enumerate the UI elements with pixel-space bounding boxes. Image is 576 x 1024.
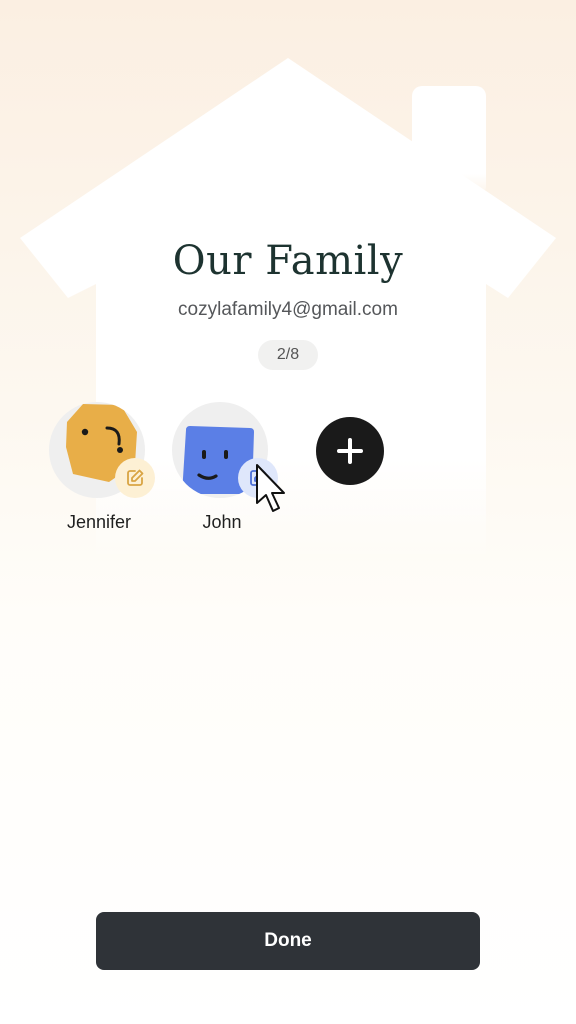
done-button[interactable]: Done <box>96 912 480 970</box>
member-name: John <box>202 512 242 532</box>
page-title: Our Family <box>172 238 404 284</box>
family-email: cozylafamily4@gmail.com <box>178 299 398 320</box>
mouse-cursor-icon <box>256 464 285 512</box>
add-member-button[interactable] <box>316 417 384 485</box>
member-name: Jennifer <box>66 512 132 532</box>
plus-icon <box>337 438 363 464</box>
edit-avatar-button[interactable] <box>115 458 155 498</box>
member-count-badge: 2/8 <box>258 340 318 370</box>
edit-icon <box>127 469 144 486</box>
